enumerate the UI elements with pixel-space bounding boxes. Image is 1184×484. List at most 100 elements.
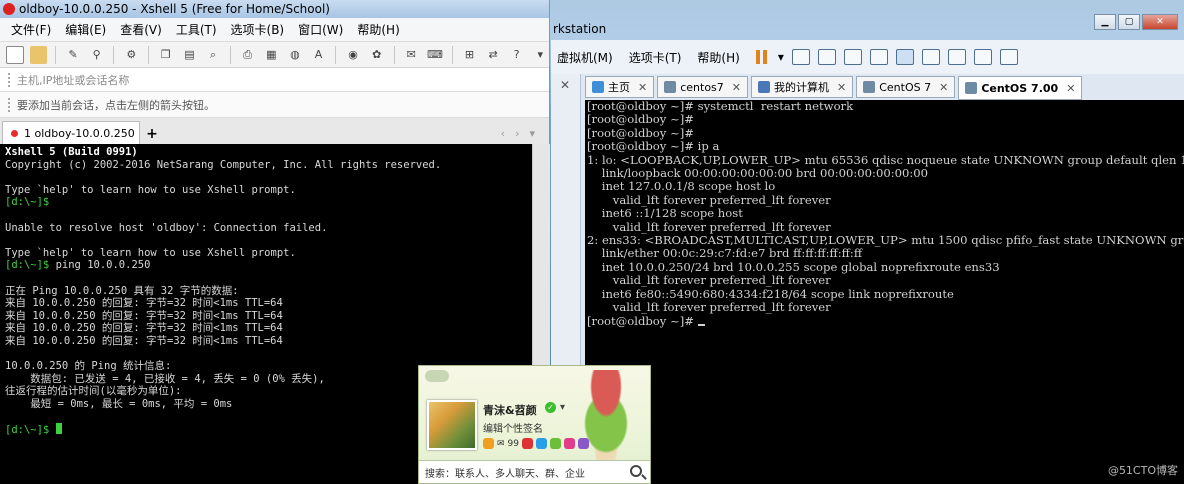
tab-list-icon[interactable]: ▾ [529, 127, 535, 140]
new-session-icon[interactable] [6, 45, 24, 64]
snapshot-icon[interactable] [817, 49, 836, 65]
menu-tools[interactable]: 工具(T) [169, 21, 224, 38]
script-icon[interactable]: ✿ [368, 46, 386, 64]
qq-signature[interactable]: 编辑个性签名 [483, 420, 543, 435]
music-icon[interactable] [564, 438, 575, 449]
avatar[interactable] [427, 400, 477, 450]
qzone-icon[interactable] [483, 438, 494, 449]
globe-icon[interactable]: ◍ [286, 46, 304, 64]
tab-prev-icon[interactable]: ‹ [501, 127, 505, 140]
console-view-icon[interactable] [999, 49, 1018, 65]
minimize-button[interactable]: ▁ [1094, 14, 1116, 30]
close-icon[interactable]: ✕ [1066, 82, 1075, 95]
terminal-line: 正在 Ping 10.0.0.250 具有 32 字节的数据: [5, 284, 239, 297]
search-icon[interactable] [630, 465, 642, 477]
copy-icon[interactable]: ❐ [157, 46, 175, 64]
vm-icon [863, 81, 876, 93]
vm-console[interactable]: [root@oldboy ~]# systemctl restart netwo… [585, 100, 1184, 484]
address-input[interactable]: 主机,IP地址或会话名称 [17, 72, 129, 88]
tab-next-icon[interactable]: › [515, 127, 519, 140]
disconnect-icon[interactable]: ⚲ [88, 46, 106, 64]
vm-icon [664, 81, 677, 93]
menu-tab[interactable]: 选项卡(B) [224, 21, 292, 38]
compose-icon[interactable]: ✉ [402, 46, 420, 64]
menu-edit[interactable]: 编辑(E) [58, 21, 113, 38]
tab-centos700-label: CentOS 7.00 [981, 81, 1059, 95]
font-icon[interactable]: A [310, 46, 328, 64]
tab-my-computer-label: 我的计算机 [774, 81, 829, 94]
menu-help[interactable]: 帮助(H) [697, 49, 739, 66]
close-icon[interactable]: ✕ [638, 81, 647, 94]
mail-count: 99 [507, 438, 519, 449]
close-button[interactable]: ✕ [1142, 14, 1178, 30]
terminal-line: 来自 10.0.0.250 的回复: 字节=32 时间<1ms TTL=64 [5, 297, 283, 310]
tab-centos7-a[interactable]: centos7 ✕ [657, 76, 748, 98]
menu-vm[interactable]: 虚拟机(M) [557, 49, 613, 66]
maximize-button[interactable]: ▢ [1118, 14, 1140, 30]
chevron-down-icon[interactable]: ▾ [560, 402, 565, 413]
toolbar-divider [451, 45, 453, 64]
close-library-icon[interactable]: ✕ [560, 78, 570, 92]
xshell-titlebar[interactable]: oldboy-10.0.0.250 - Xshell 5 (Free for H… [0, 0, 549, 18]
revert-snapshot-icon[interactable] [843, 49, 862, 65]
menu-help[interactable]: 帮助(H) [350, 21, 406, 38]
tab-home-label: 主页 [608, 81, 630, 94]
toolbar-divider [393, 45, 395, 64]
apps-icon[interactable] [578, 438, 589, 449]
find-icon[interactable]: ⌕ [204, 46, 222, 64]
snapshot-manager-icon[interactable] [869, 49, 888, 65]
tab-home[interactable]: 主页 ✕ [585, 76, 655, 98]
new-tab-button[interactable]: + [142, 123, 162, 145]
menu-view[interactable]: 查看(V) [113, 21, 169, 38]
send-keys-icon[interactable] [791, 49, 810, 65]
wallet-icon[interactable] [522, 438, 533, 449]
thumbnail-view-icon[interactable] [921, 49, 940, 65]
online-status-icon[interactable]: ✓ [545, 402, 556, 413]
close-icon[interactable]: ✕ [732, 81, 741, 94]
library-view-icon[interactable] [895, 49, 914, 65]
games-icon[interactable] [550, 438, 561, 449]
tab-session[interactable]: 1 oldboy-10.0.0.250 [2, 121, 140, 145]
fullscreen-icon[interactable] [947, 49, 966, 65]
help-icon[interactable]: ? [508, 46, 526, 64]
tab-centos700[interactable]: CentOS 7.00 ✕ [958, 76, 1083, 100]
terminal-line: Unable to resolve host 'oldboy': Connect… [5, 221, 328, 234]
menu-file[interactable]: 文件(F) [4, 21, 58, 38]
tab-my-computer[interactable]: 我的计算机 ✕ [751, 76, 854, 98]
properties-icon[interactable]: ⚙ [122, 46, 140, 64]
open-folder-icon[interactable] [29, 45, 48, 64]
toolbar-divider [113, 45, 115, 64]
chevron-down-icon[interactable]: ▾ [532, 46, 549, 64]
unity-icon[interactable] [973, 49, 992, 65]
layout-icon[interactable]: ▦ [262, 46, 280, 64]
paste-icon[interactable]: ▤ [181, 46, 199, 64]
vmware-titlebar[interactable]: rkstation ▁ ▢ ✕ [551, 0, 1184, 40]
chevron-down-icon[interactable]: ▾ [778, 50, 784, 64]
terminal-line: Type `help' to learn how to use Xshell p… [5, 246, 296, 259]
menu-window[interactable]: 窗口(W) [291, 21, 350, 38]
close-icon[interactable]: ✕ [837, 81, 846, 94]
console-line: link/ether 00:0c:29:c7:fd:e7 brd ff:ff:f… [587, 246, 863, 261]
toolbar-divider [55, 45, 57, 64]
qq-search[interactable]: 搜索：联系人、多人聊天、群、企业 [419, 460, 650, 483]
print-icon[interactable]: ⎙ [239, 46, 257, 64]
qq-logo [425, 370, 449, 382]
terminal-cursor [55, 423, 62, 435]
qq-search-input[interactable]: 搜索：联系人、多人聊天、群、企业 [425, 465, 585, 480]
qq-panel: 青沫&苕颜 ✓ ▾ 编辑个性签名 ✉ 99 搜索：联系人、多人聊天、群、企业 [418, 365, 651, 484]
grip-icon [8, 72, 11, 87]
transfer-icon[interactable]: ⇄ [484, 46, 502, 64]
tab-centos7-b[interactable]: CentOS 7 ✕ [856, 76, 956, 98]
qq-nickname[interactable]: 青沫&苕颜 [483, 402, 537, 418]
add-icon[interactable]: ⊞ [461, 46, 479, 64]
keyboard-icon[interactable]: ⌨ [426, 46, 444, 64]
mail-icon[interactable]: ✉ [497, 439, 505, 449]
news-icon[interactable] [536, 438, 547, 449]
menu-tabs[interactable]: 选项卡(T) [629, 49, 682, 66]
console-line: valid_lft forever preferred_lft forever [587, 300, 831, 315]
console-cursor [697, 323, 705, 326]
xftp-icon[interactable]: ◉ [344, 46, 362, 64]
reconnect-icon[interactable]: ✎ [64, 46, 82, 64]
close-icon[interactable]: ✕ [939, 81, 948, 94]
pause-icon[interactable] [755, 50, 770, 64]
